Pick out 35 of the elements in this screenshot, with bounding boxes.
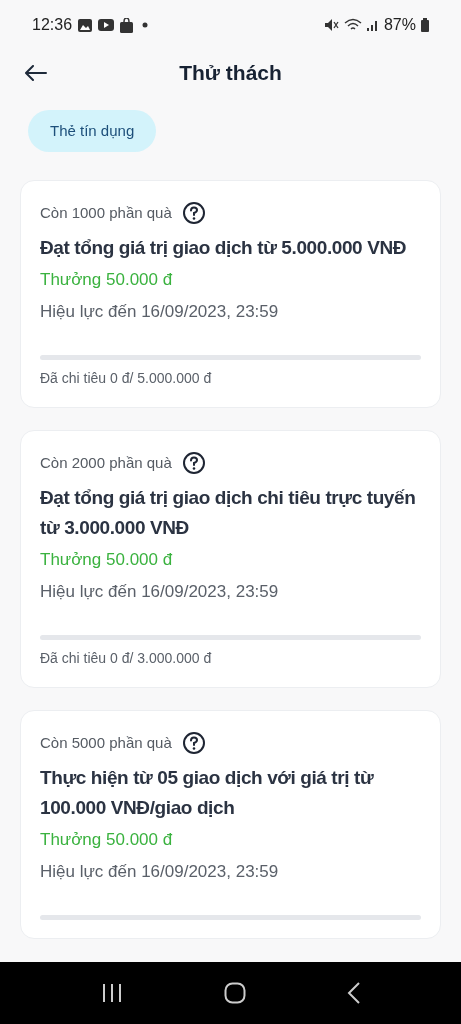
challenge-card[interactable]: Còn 1000 phần quà Đạt tổng giá trị giao dịch từ 5.000.000 VNĐ Thưởng 50.000 đ Hiệu lực đến 16/09/2023, 23:59 Đã chi tiêu 0 đ/ 5.000.000 đ — [20, 180, 441, 408]
spent-amount: Đã chi tiêu 0 đ/ 5.000.000 đ — [40, 369, 213, 388]
wifi-icon — [343, 18, 362, 32]
reward-text: Thưởng 50.000 đ — [40, 549, 174, 571]
status-time: 12:36 — [32, 15, 73, 35]
reward-text: Thưởng 50.000 đ — [40, 269, 174, 291]
validity-text: Hiệu lực đến 16/09/2023, 23:59 — [40, 860, 280, 883]
page-title: Thử thách — [179, 61, 282, 85]
filter-chip[interactable]: Thẻ tín dụng — [28, 110, 157, 152]
signal-icon — [366, 19, 379, 31]
challenge-title: Đạt tổng giá trị giao dịch chi tiêu trực tuyến từ 3.000.000 VNĐ — [40, 486, 417, 540]
help-icon[interactable] — [181, 201, 206, 225]
back-icon[interactable] — [346, 982, 361, 1004]
validity-text: Hiệu lực đến 16/09/2023, 23:59 — [40, 580, 280, 603]
battery-percentage: 87% — [383, 15, 416, 35]
recent-apps-icon[interactable] — [100, 983, 123, 1003]
challenge-title: Đạt tổng giá trị giao dịch từ 5.000.000 VNĐ — [40, 236, 408, 260]
remaining-gifts: Còn 1000 phần quà — [40, 202, 172, 223]
spent-amount: Đã chi tiêu 0 đ/ 3.000.000 đ — [40, 649, 213, 668]
video-play-icon — [98, 19, 115, 31]
shopping-bag-icon — [120, 17, 134, 33]
challenge-title: Thực hiện từ 05 giao dịch với giá trị từ 100.000 VNĐ/giao dịch — [40, 766, 375, 820]
help-icon[interactable] — [181, 731, 206, 755]
challenge-card[interactable]: Còn 2000 phần quà Đạt tổng giá trị giao dịch chi tiêu trực tuyến từ 3.000.000 VNĐ Thưởng 50.000 đ Hiệu lực đến 16/09/2023, 23:59 Đã chi tiêu 0 đ/ 3.000.000 đ — [20, 430, 441, 688]
remaining-gifts: Còn 5000 phần quà — [40, 732, 172, 753]
help-icon[interactable] — [181, 451, 206, 475]
reward-text: Thưởng 50.000 đ — [40, 829, 174, 851]
battery-icon — [421, 18, 429, 32]
back-arrow-icon — [25, 65, 47, 81]
home-icon[interactable] — [223, 982, 246, 1004]
challenge-card[interactable]: Còn 5000 phần quà Thực hiện từ 05 giao dịch với giá trị từ 100.000 VNĐ/giao dịch Thưởng 50.000 đ Hiệu lực đến 16/09/2023, 23:59 — [20, 710, 441, 939]
mute-icon — [324, 19, 339, 31]
remaining-gifts: Còn 2000 phần quà — [40, 452, 172, 473]
gallery-icon — [78, 18, 93, 32]
validity-text: Hiệu lực đến 16/09/2023, 23:59 — [40, 300, 280, 323]
